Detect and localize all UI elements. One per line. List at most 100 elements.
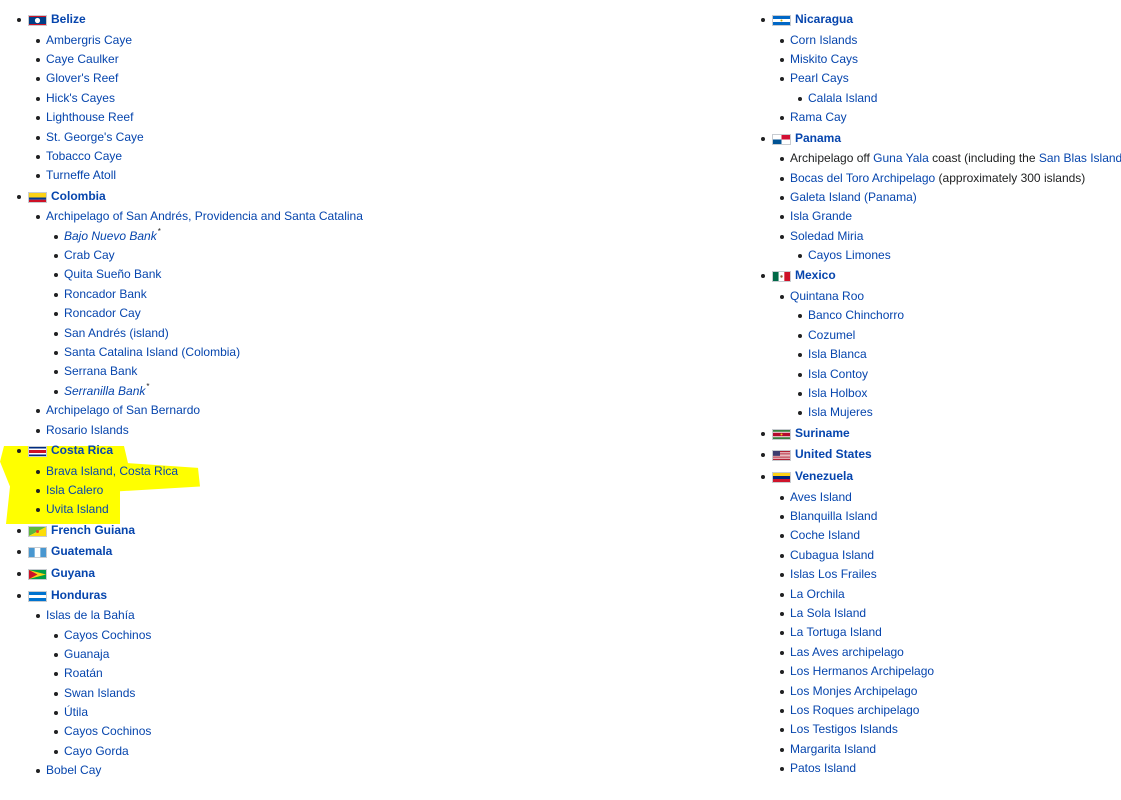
link-san-andres-island[interactable]: San Andrés (island) <box>64 326 169 340</box>
link-la-tortuga-island[interactable]: La Tortuga Island <box>790 625 882 639</box>
bullet-icon <box>780 176 784 181</box>
link-las-aves-archipelago[interactable]: Las Aves archipelago <box>790 645 904 659</box>
link-corn-islands[interactable]: Corn Islands <box>790 33 857 47</box>
link-costa-rica[interactable]: Costa Rica <box>51 443 113 457</box>
item-label: Archipelago off Guna Yala coast (includi… <box>790 149 1121 168</box>
link-galeta-island-panama[interactable]: Galeta Island (Panama) <box>790 190 917 204</box>
link-serrana-bank[interactable]: Serrana Bank <box>64 364 137 378</box>
link-cayos-cochinos[interactable]: Cayos Cochinos <box>64 628 151 642</box>
link-archipelago-of-san-andres-providencia-and-santa-catalina[interactable]: Archipelago of San Andrés, Providencia a… <box>46 209 363 223</box>
link-guatemala[interactable]: Guatemala <box>51 544 112 558</box>
bullet-icon <box>780 514 784 519</box>
list-item: Caye Caulker <box>0 50 700 69</box>
link-cozumel[interactable]: Cozumel <box>808 328 855 342</box>
link-colombia[interactable]: Colombia <box>51 189 106 203</box>
link-panama[interactable]: Panama <box>795 131 841 145</box>
link-lighthouse-reef[interactable]: Lighthouse Reef <box>46 110 133 124</box>
link-archipelago-of-san-bernardo[interactable]: Archipelago of San Bernardo <box>46 403 200 417</box>
link-patos-island[interactable]: Patos Island <box>790 761 856 775</box>
link-calala-island[interactable]: Calala Island <box>808 91 877 105</box>
link-united-states[interactable]: United States <box>795 447 872 461</box>
link-isla-mujeres[interactable]: Isla Mujeres <box>808 405 873 419</box>
link-utila[interactable]: Útila <box>64 705 88 719</box>
link-tobacco-caye[interactable]: Tobacco Caye <box>46 149 122 163</box>
link-uvita-island[interactable]: Uvita Island <box>46 502 109 516</box>
link-bocas-del-toro-archipelago[interactable]: Bocas del Toro Archipelago <box>790 171 935 185</box>
list-item: Turneffe Atoll <box>0 166 700 185</box>
link-cubagua-island[interactable]: Cubagua Island <box>790 548 874 562</box>
link-miskito-cays[interactable]: Miskito Cays <box>790 52 858 66</box>
link-isla-holbox[interactable]: Isla Holbox <box>808 386 867 400</box>
link-crab-cay[interactable]: Crab Cay <box>64 248 115 262</box>
link-la-sola-island[interactable]: La Sola Island <box>790 606 866 620</box>
link-los-hermanos-archipelago[interactable]: Los Hermanos Archipelago <box>790 664 934 678</box>
bullet-icon <box>17 528 21 533</box>
link-aves-island[interactable]: Aves Island <box>790 490 852 504</box>
link-pearl-cays[interactable]: Pearl Cays <box>790 71 849 85</box>
link-glover-s-reef[interactable]: Glover's Reef <box>46 71 118 85</box>
list-item: Margarita Island <box>744 740 1121 759</box>
link-french-guiana[interactable]: French Guiana <box>51 523 135 537</box>
link-isla-grande[interactable]: Isla Grande <box>790 209 852 223</box>
link-la-orchila[interactable]: La Orchila <box>790 587 845 601</box>
link-quintana-roo[interactable]: Quintana Roo <box>790 289 864 303</box>
link-hick-s-cayes[interactable]: Hick's Cayes <box>46 91 115 105</box>
link-guanaja[interactable]: Guanaja <box>64 647 109 661</box>
link-honduras[interactable]: Honduras <box>51 588 107 602</box>
link-soledad-miria[interactable]: Soledad Miria <box>790 229 863 243</box>
link-serranilla-bank[interactable]: Serranilla Bank <box>64 384 145 398</box>
bullet-icon <box>36 409 40 414</box>
link-cayos-limones[interactable]: Cayos Limones <box>808 248 891 262</box>
item-label: Isla Calero <box>46 481 103 500</box>
link-coche-island[interactable]: Coche Island <box>790 528 860 542</box>
link-santa-catalina-island-colombia[interactable]: Santa Catalina Island (Colombia) <box>64 345 240 359</box>
bullet-icon <box>54 254 58 259</box>
link-quita-sueno-bank[interactable]: Quita Sueño Bank <box>64 267 161 281</box>
link-brava-island-costa-rica[interactable]: Brava Island, Costa Rica <box>46 464 178 478</box>
link-rosario-islands[interactable]: Rosario Islands <box>46 423 129 437</box>
link-belize[interactable]: Belize <box>51 12 86 26</box>
list-item: Uvita Island <box>0 500 700 519</box>
link-nicaragua[interactable]: Nicaragua <box>795 12 853 26</box>
link-blanquilla-island[interactable]: Blanquilla Island <box>790 509 877 523</box>
link-isla-blanca[interactable]: Isla Blanca <box>808 347 867 361</box>
link-los-roques-archipelago[interactable]: Los Roques archipelago <box>790 703 919 717</box>
bullet-icon <box>54 711 58 716</box>
link-guyana[interactable]: Guyana <box>51 566 95 580</box>
link-roncador-cay[interactable]: Roncador Cay <box>64 306 141 320</box>
link-los-testigos-islands[interactable]: Los Testigos Islands <box>790 722 898 736</box>
list-item: Los Monjes Archipelago <box>744 682 1121 701</box>
link-roatan[interactable]: Roatán <box>64 666 103 680</box>
link-bobel-cay[interactable]: Bobel Cay <box>46 763 101 777</box>
link-turneffe-atoll[interactable]: Turneffe Atoll <box>46 168 116 182</box>
item-label: Los Testigos Islands <box>790 720 898 739</box>
link-bajo-nuevo-bank[interactable]: Bajo Nuevo Bank <box>64 229 157 243</box>
link-mexico[interactable]: Mexico <box>795 268 836 282</box>
link-banco-chinchorro[interactable]: Banco Chinchorro <box>808 308 904 322</box>
link-swan-islands[interactable]: Swan Islands <box>64 686 135 700</box>
list-item: Guanaja <box>0 645 700 664</box>
link-suriname[interactable]: Suriname <box>795 426 850 440</box>
link-guna-yala[interactable]: Guna Yala <box>873 151 929 165</box>
link-ambergris-caye[interactable]: Ambergris Caye <box>46 33 132 47</box>
link-st-george-s-caye[interactable]: St. George's Caye <box>46 130 144 144</box>
link-isla-calero[interactable]: Isla Calero <box>46 483 103 497</box>
link-cayos-cochinos[interactable]: Cayos Cochinos <box>64 724 151 738</box>
link-islas-los-frailes[interactable]: Islas Los Frailes <box>790 567 877 581</box>
list-item: Coche Island <box>744 526 1121 545</box>
link-los-monjes-archipelago[interactable]: Los Monjes Archipelago <box>790 684 917 698</box>
link-margarita-island[interactable]: Margarita Island <box>790 742 876 756</box>
link-rama-cay[interactable]: Rama Cay <box>790 110 847 124</box>
link-islas-de-la-bahia[interactable]: Islas de la Bahía <box>46 608 135 622</box>
bullet-icon <box>780 708 784 713</box>
link-isla-contoy[interactable]: Isla Contoy <box>808 367 868 381</box>
link-venezuela[interactable]: Venezuela <box>795 469 853 483</box>
item-label: Miskito Cays <box>790 50 858 69</box>
bullet-icon <box>36 428 40 433</box>
link-roncador-bank[interactable]: Roncador Bank <box>64 287 147 301</box>
link-caye-caulker[interactable]: Caye Caulker <box>46 52 119 66</box>
link-san-blas-islands[interactable]: San Blas Islands <box>1039 151 1121 165</box>
item-label: Santa Catalina Island (Colombia) <box>64 343 240 362</box>
link-cayo-gorda[interactable]: Cayo Gorda <box>64 744 129 758</box>
bullet-icon <box>780 116 784 121</box>
